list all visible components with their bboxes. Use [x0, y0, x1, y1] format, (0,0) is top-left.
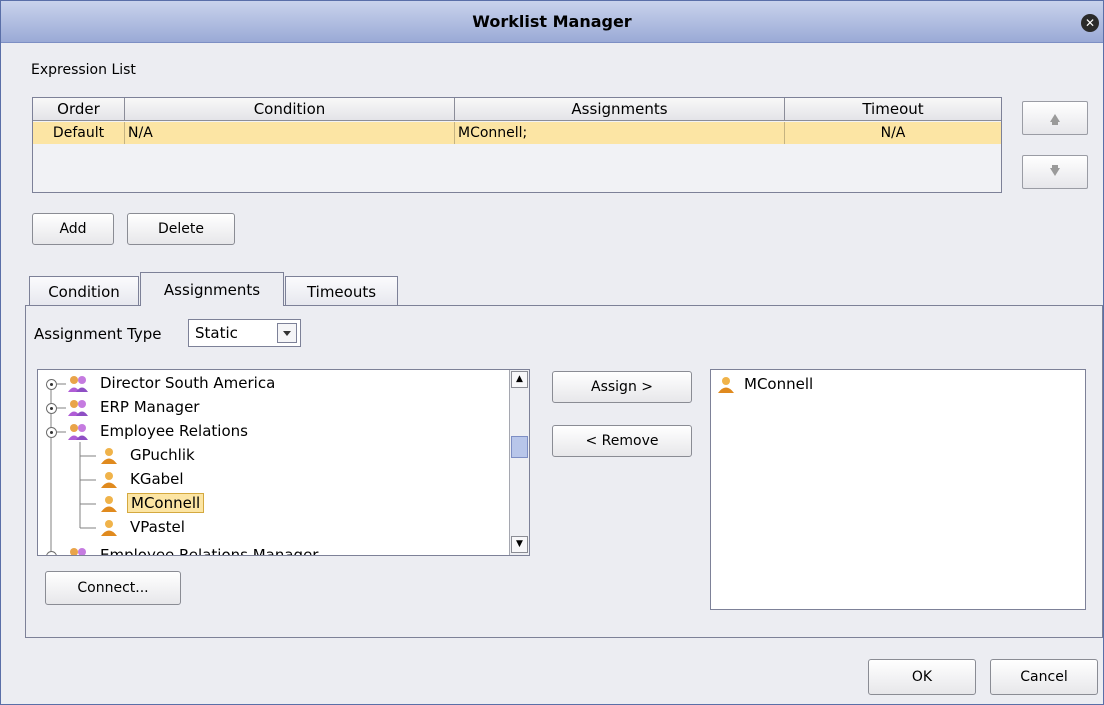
remove-button[interactable]: < Remove — [552, 425, 692, 457]
user-icon — [101, 496, 117, 512]
group-icon — [68, 376, 88, 392]
assign-button[interactable]: Assign > — [552, 371, 692, 403]
tree-node-vpastel[interactable]: VPastel — [130, 518, 185, 536]
user-icon — [718, 377, 734, 393]
cell-condition: N/A — [125, 122, 455, 144]
expand-toggle-icon[interactable] — [46, 379, 57, 390]
tree-node-employee-relations-manager[interactable]: Employee Relations Manager — [100, 546, 318, 555]
tree-node-employee-relations[interactable]: Employee Relations — [100, 422, 248, 440]
column-header-order[interactable]: Order — [33, 98, 125, 121]
dropdown-icon[interactable] — [277, 323, 297, 343]
title-bar: Worklist Manager ✕ — [1, 1, 1103, 43]
cell-timeout: N/A — [880, 125, 906, 141]
assignment-type-select[interactable]: Static — [188, 319, 301, 347]
worklist-manager-window: Worklist Manager ✕ Expression List Order… — [0, 0, 1104, 705]
scroll-up-icon[interactable]: ▲ — [511, 371, 528, 388]
column-header-timeout[interactable]: Timeout — [785, 98, 1001, 121]
arrow-down-icon — [1050, 165, 1060, 176]
column-header-assignments[interactable]: Assignments — [455, 98, 785, 121]
assignment-type-value: Static — [195, 324, 238, 342]
connect-button[interactable]: Connect... — [45, 571, 181, 605]
group-icon — [68, 424, 88, 440]
user-icon — [101, 448, 117, 464]
ok-button[interactable]: OK — [868, 659, 976, 695]
expression-list-label: Expression List — [31, 62, 136, 78]
org-tree[interactable]: Director South America ERP Manager Emplo… — [37, 369, 530, 556]
close-icon[interactable]: ✕ — [1081, 14, 1099, 32]
table-row[interactable]: Default N/A MConnell; N/A — [33, 122, 1001, 144]
expand-toggle-icon[interactable] — [46, 551, 57, 555]
group-icon — [68, 400, 88, 416]
tree-node-erp-manager[interactable]: ERP Manager — [100, 398, 199, 416]
cancel-button[interactable]: Cancel — [990, 659, 1098, 695]
expression-table: Order Condition Assignments Timeout Defa… — [32, 97, 1002, 193]
group-icon — [70, 548, 86, 555]
tab-condition[interactable]: Condition — [29, 276, 139, 306]
scroll-down-icon[interactable]: ▼ — [511, 536, 528, 553]
move-down-button[interactable] — [1022, 155, 1088, 189]
expand-toggle-icon[interactable] — [46, 403, 57, 414]
tree-scrollbar[interactable]: ▲ ▼ — [509, 370, 529, 555]
window-title: Worklist Manager — [472, 12, 632, 31]
collapse-toggle-icon[interactable] — [46, 427, 57, 438]
tree-node-mconnell-selected[interactable]: MConnell — [127, 493, 205, 513]
assigned-list[interactable]: MConnell — [710, 369, 1086, 610]
tree-node-gpuchlik[interactable]: GPuchlik — [130, 446, 195, 464]
arrow-up-icon — [1050, 114, 1060, 125]
tab-assignments[interactable]: Assignments — [140, 272, 284, 306]
tree-node-kgabel[interactable]: KGabel — [130, 470, 184, 488]
user-icon — [101, 520, 117, 536]
list-item[interactable]: MConnell — [744, 375, 813, 393]
cell-order: Default — [33, 122, 125, 144]
user-icon — [101, 472, 117, 488]
cell-assignments: MConnell; — [455, 122, 785, 144]
delete-button[interactable]: Delete — [127, 213, 235, 245]
tree-node-director-south-america[interactable]: Director South America — [100, 374, 275, 392]
scroll-thumb[interactable] — [511, 436, 528, 458]
add-button[interactable]: Add — [32, 213, 114, 245]
move-up-button[interactable] — [1022, 101, 1088, 135]
column-header-condition[interactable]: Condition — [125, 98, 455, 121]
assignment-type-label: Assignment Type — [34, 325, 162, 343]
tab-timeouts[interactable]: Timeouts — [285, 276, 398, 306]
